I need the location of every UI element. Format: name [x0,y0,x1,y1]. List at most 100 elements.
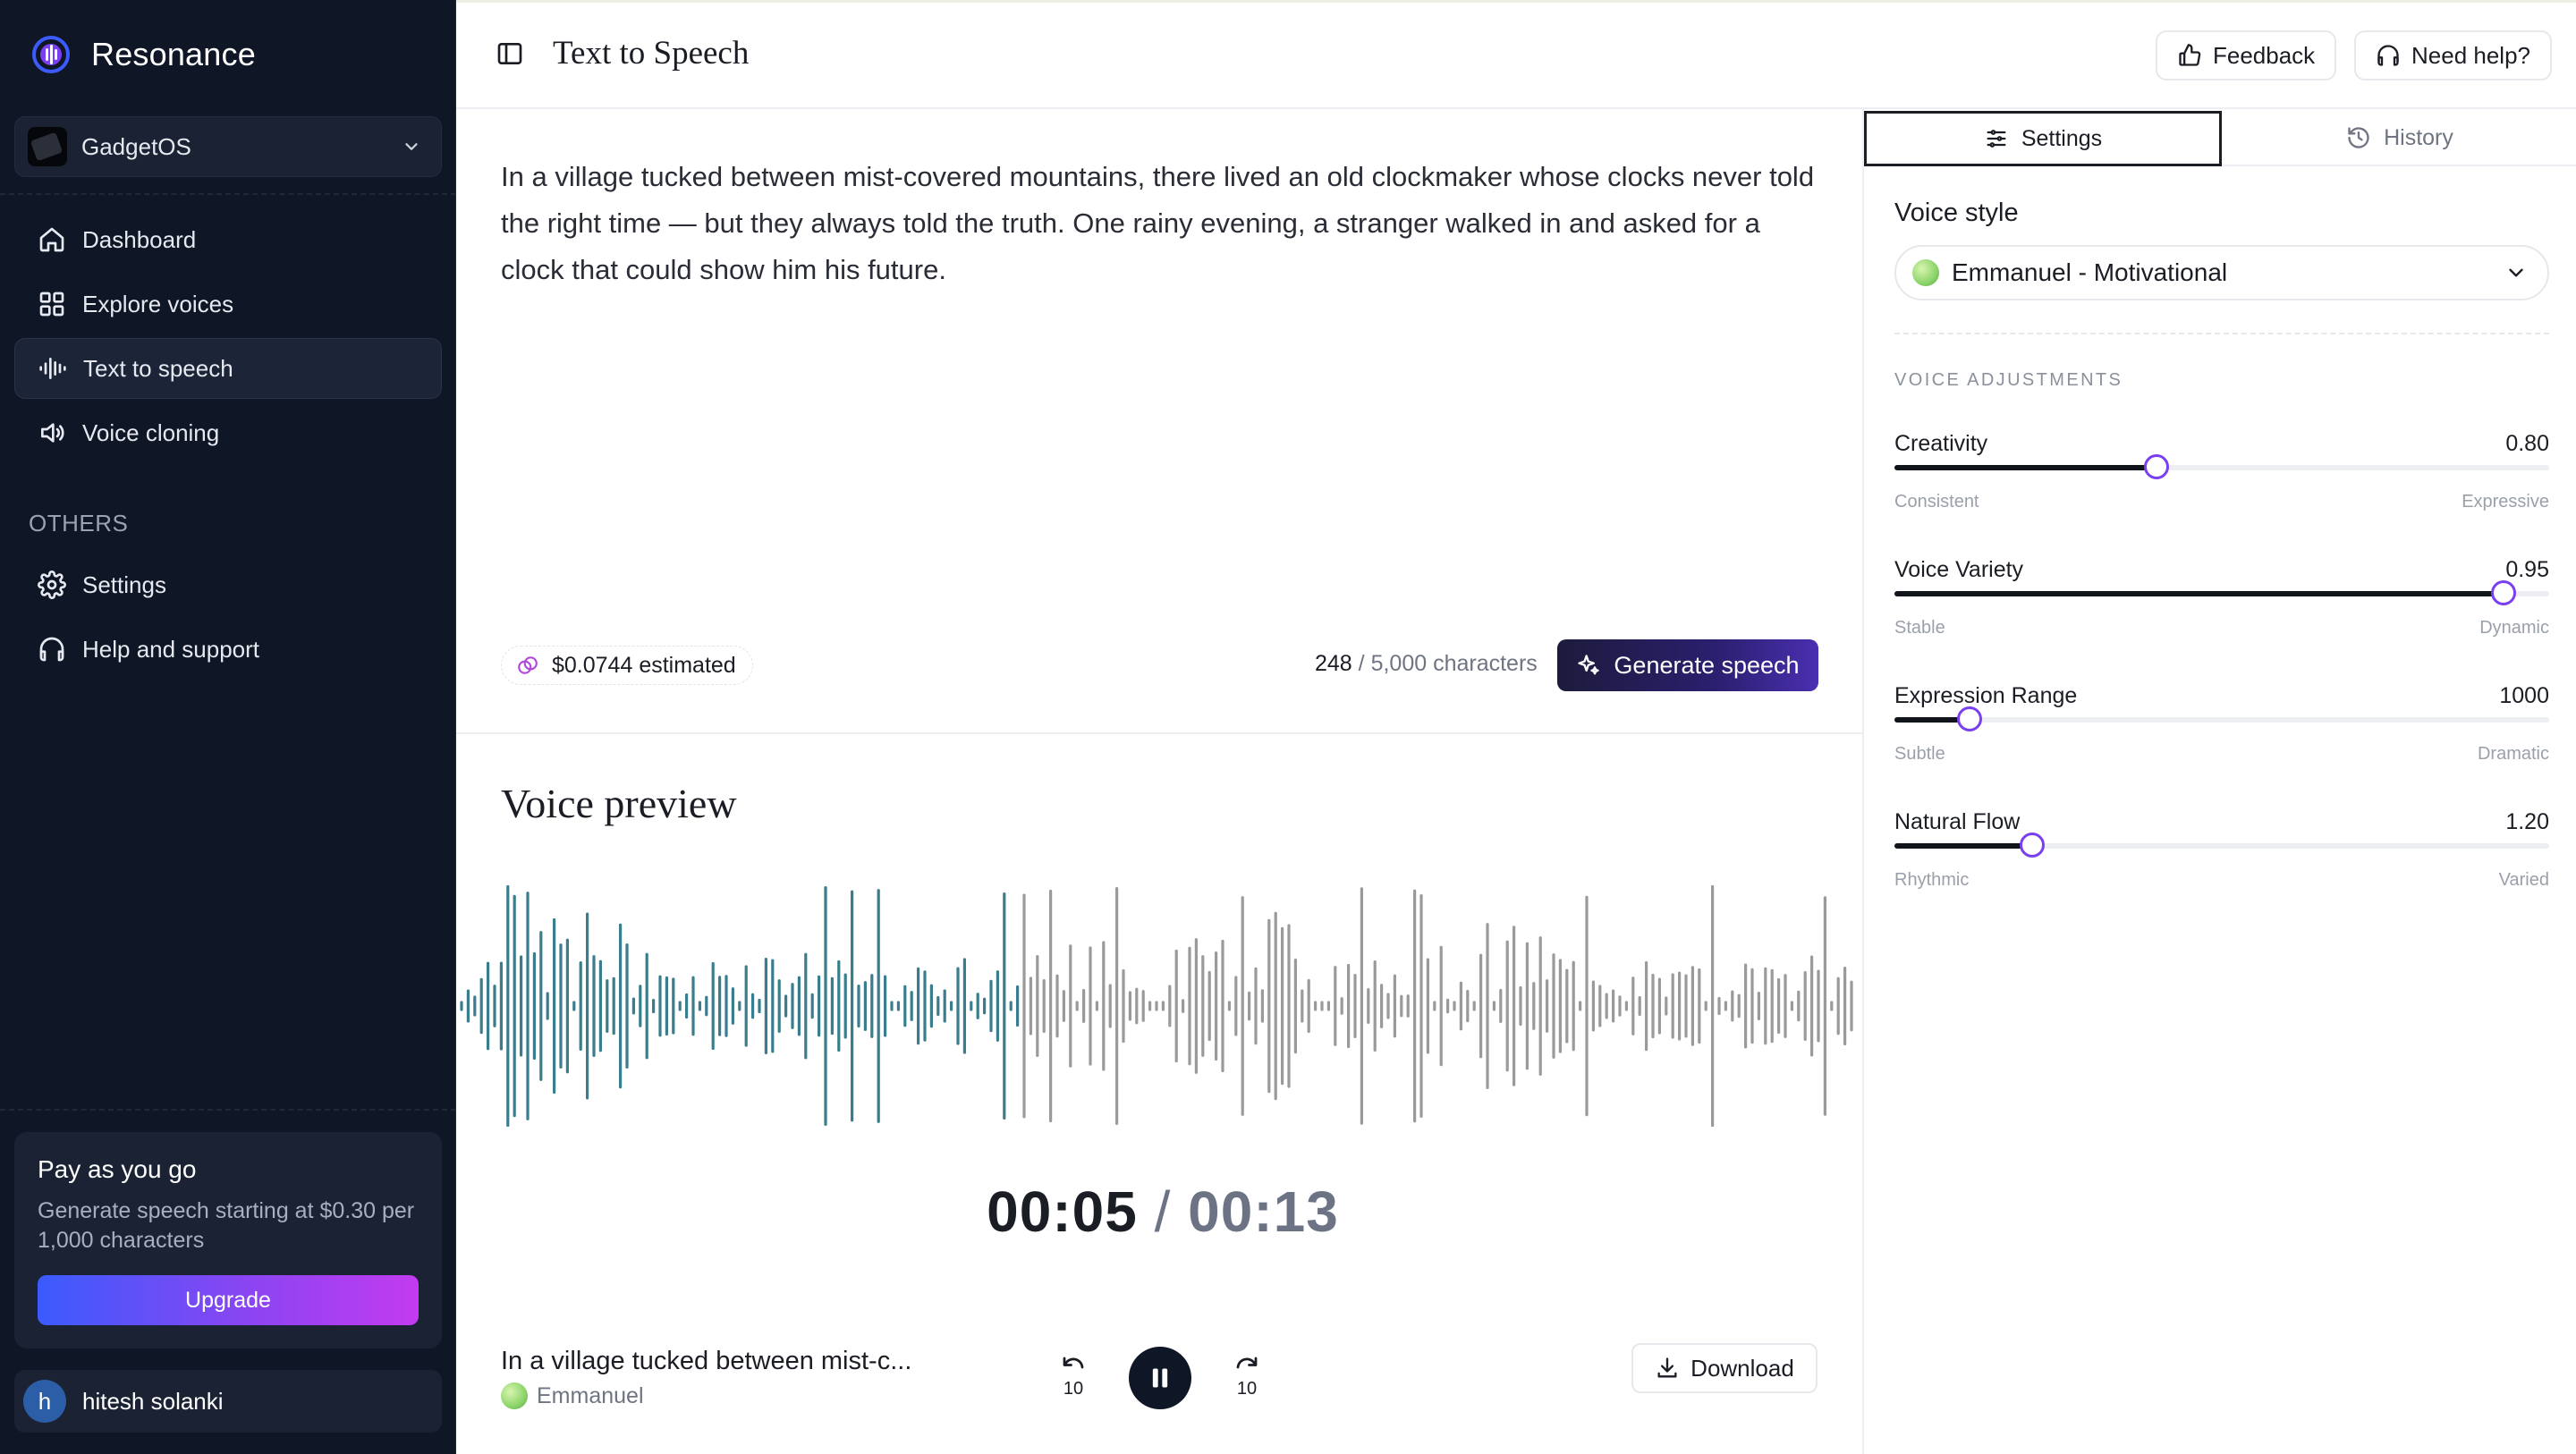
need-help-label: Need help? [2411,41,2530,69]
speaker-icon [41,423,64,443]
user-name: hitesh solanki [82,1387,224,1415]
slider-min-label: Subtle [1894,744,1945,764]
slider-thumb[interactable] [2143,454,2169,479]
slider-value: 1.20 [2505,809,2549,834]
need-help-button[interactable]: Need help? [2354,30,2552,80]
feedback-button[interactable]: Feedback [2156,30,2337,80]
tab-settings[interactable]: Settings [1864,111,2222,166]
sidebar-item-label: Help and support [82,635,260,663]
slider-label: Creativity [1894,431,1988,456]
slider-track[interactable] [1894,833,2549,858]
forward-icon [1236,1357,1258,1369]
slider-value: 0.80 [2505,431,2549,456]
track-title: In a village tucked between mist-c... [501,1347,912,1375]
pause-icon [1152,1368,1168,1388]
headphones-icon [2377,45,2399,66]
sidebar-item-voice-cloning[interactable]: Voice cloning [14,402,442,463]
slider-expression-range: Expression Range 1000 Subtle Dramatic [1894,683,2549,782]
sidebar-item-label: Voice cloning [82,418,220,446]
thumbs-up-icon [2179,44,2201,66]
sidebar-toggle-icon[interactable] [496,39,524,68]
promo-text: Generate speech starting at $0.30 per 1,… [38,1198,415,1253]
track-voice-name: Emmanuel [537,1382,644,1408]
brand-name: Resonance [91,36,256,72]
editor-divider [456,732,1862,734]
slider-thumb[interactable] [2019,833,2045,858]
headphones-icon [39,637,64,662]
rewind-icon [1063,1357,1084,1369]
time-total: 00:13 [1188,1179,1339,1244]
home-icon [39,227,64,252]
user-menu[interactable]: h hitesh solanki [14,1370,442,1433]
generate-speech-button[interactable]: Generate speech [1557,639,1818,691]
playback-time: 00:05 / 00:13 [894,1179,1431,1245]
voice-preview-title: Voice preview [501,781,737,826]
sidebar-item-explore-voices[interactable]: Explore voices [14,274,442,334]
sidebar-item-settings[interactable]: Settings [14,554,442,615]
cost-estimate-badge: $0.0744 estimated [501,646,753,685]
gear-icon [38,571,66,599]
time-separator: / [1154,1179,1172,1244]
promo-card: Pay as you go Generate speech starting a… [14,1132,442,1348]
upgrade-button[interactable]: Upgrade [38,1275,419,1325]
avatar: h [23,1380,66,1423]
resonance-logo-icon [32,36,70,73]
tab-history-label: History [2384,124,2453,150]
sidebar-item-help[interactable]: Help and support [14,619,442,680]
skip-forward-seconds: 10 [1236,1379,1258,1399]
voice-adjustments-title: VOICE ADJUSTMENTS [1894,370,2123,390]
slider-fill [1894,843,2032,849]
character-count-current: 248 [1315,651,1352,676]
coins-icon [518,656,538,674]
slider-value: 1000 [2499,683,2549,708]
pause-button[interactable] [1129,1347,1191,1409]
sidebar: Resonance GadgetOS Dashboard Explore voi… [0,0,456,1454]
slider-track[interactable] [1894,706,2549,731]
sidebar-item-dashboard[interactable]: Dashboard [14,209,442,270]
slider-fill [1894,591,2504,596]
chevron-down-icon [2509,268,2523,277]
skip-forward-button[interactable]: 10 [1227,1354,1267,1404]
brand[interactable]: Resonance [30,34,256,75]
generate-speech-label: Generate speech [1614,651,1800,679]
slider-fill [1894,465,2157,470]
slider-max-label: Expressive [2462,492,2549,511]
slider-track[interactable] [1894,454,2549,479]
sidebar-item-label: Explore voices [82,290,234,317]
slider-creativity: Creativity 0.80 Consistent Expressive [1894,431,2549,529]
slider-min-label: Consistent [1894,492,1979,511]
download-icon [1657,1357,1677,1378]
download-button[interactable]: Download [1631,1343,1818,1393]
chevron-down-icon [405,143,418,150]
voice-style-select[interactable]: Emmanuel - Motivational [1894,245,2549,300]
slider-min-label: Stable [1894,618,1945,638]
speech-text-input[interactable]: In a village tucked between mist-covered… [501,154,1816,293]
audio-waveform[interactable] [458,885,1859,1127]
sparkles-icon [1578,655,1600,675]
tab-history[interactable]: History [2222,111,2576,166]
cost-estimate-text: $0.0744 estimated [552,652,736,678]
sidebar-divider [0,193,456,195]
feedback-label: Feedback [2213,41,2316,69]
slider-label: Expression Range [1894,683,2078,708]
org-switcher[interactable]: GadgetOS [14,116,442,177]
voice-style-value: Emmanuel - Motivational [1952,258,2228,286]
slider-voice-variety: Voice Variety 0.95 Stable Dynamic [1894,557,2549,655]
sidebar-divider [0,1109,456,1111]
skip-back-button[interactable]: 10 [1054,1354,1093,1404]
history-icon [2348,127,2369,148]
slider-max-label: Dramatic [2477,744,2549,764]
download-label: Download [1690,1354,1794,1382]
voice-avatar-icon [501,1382,528,1409]
waveform-icon [39,358,66,379]
sidebar-item-label: Text to speech [83,354,233,382]
slider-thumb[interactable] [1957,706,1983,731]
slider-min-label: Rhythmic [1894,870,1970,890]
sidebar-item-text-to-speech[interactable]: Text to speech [14,338,442,399]
character-count: 248 / 5,000 characters [1315,651,1538,677]
section-label-others: OTHERS [29,510,129,537]
slider-track[interactable] [1894,580,2549,605]
slider-thumb[interactable] [2490,580,2516,605]
slider-max-label: Dynamic [2479,618,2549,638]
org-name: GadgetOS [81,132,191,160]
